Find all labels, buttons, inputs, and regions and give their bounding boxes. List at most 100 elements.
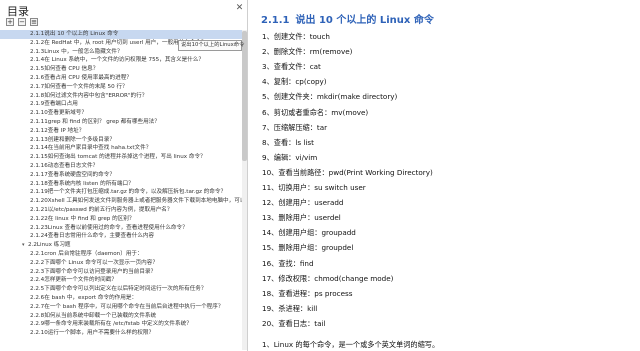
- collapse-all-icon[interactable]: −: [18, 18, 26, 26]
- toc-item[interactable]: 2.1.7如何查看一个文件的末尾 50 行？: [0, 83, 247, 92]
- toc-item[interactable]: 2.2.4怎样更新一个文件的时间戳？: [0, 276, 247, 285]
- closing-paragraph: 1、Linux 的每个命令，是一个或多个英文单词的缩写。: [262, 340, 440, 349]
- toc-header: 目录 ✕ + − ≡: [0, 0, 247, 30]
- command-item: 10、查看当前路径：pwd(Print Working Directory): [262, 167, 433, 177]
- toc-item[interactable]: 2.1.19把一个文件夹打包压缩成.tar.gz 的命令，以及解压拆包.tar.…: [0, 188, 247, 197]
- command-item: 6、剪切或者重命名：mv(move): [262, 107, 369, 117]
- command-item: 16、查找：find: [262, 258, 314, 268]
- toc-item[interactable]: 2.2.2下面哪个 Linux 命令可以一次显示一页内容？: [0, 259, 247, 268]
- toc-item-label: 2.2.4怎样更新一个文件的时间戳？: [30, 277, 117, 284]
- toc-item[interactable]: 2.1.18查看系统内核 listen 的所有端口？: [0, 180, 247, 189]
- toc-item[interactable]: 2.2.10运行一个脚本，用户不需要什么样的权限？: [0, 329, 247, 338]
- toc-item-label: 2.1.5如何查看 CPU 信息？: [30, 66, 99, 73]
- toc-item-label: 2.1.10查看更新域号？: [30, 110, 87, 117]
- command-item: 2、删除文件：rm(remove): [262, 47, 353, 57]
- bookmark-options-icon[interactable]: ≡: [30, 18, 38, 26]
- toc-item-label: 2.1.1说出 10 个以上的 Linux 命令: [30, 31, 119, 37]
- toc-item-label: 2.1.17查看系统硬盘空间的命令？: [30, 171, 115, 178]
- toc-item[interactable]: 2.1.21以/etc/passwd 的前五行内容为例，提取用户名？: [0, 206, 247, 215]
- command-item: 15、删除用户组：groupdel: [262, 243, 354, 253]
- toc-item-label: 2.2.1cron 后台常驻程序（daemon）用于：: [30, 251, 143, 257]
- toc-item-label: 2.2.8如何从当前系统中卸载一个已装载的文件系统: [30, 312, 157, 319]
- command-item: 8、查看：ls list: [262, 137, 314, 147]
- toc-panel: 目录 ✕ + − ≡ 2.1.1说出 10 个以上的 Linux 命令 2.1.2…: [0, 0, 248, 351]
- toc-item[interactable]: 2.1.5如何查看 CPU 信息？: [0, 65, 247, 74]
- command-item: 5、创建文件夹：mkdir(make directory): [262, 92, 398, 102]
- toc-item[interactable]: 2.1.22在 linux 中 find 和 grep 的区别？: [0, 215, 247, 224]
- toc-item-label: 2.2.10运行一个脚本，用户不需要什么样的权限？: [30, 330, 155, 337]
- toc-item[interactable]: 2.1.8如何过滤文件内容中包含"ERROR"的行？: [0, 92, 247, 101]
- toc-item-label: 2.2.3下面哪个命令可以访问登录用户的当前目录？: [30, 268, 157, 275]
- command-item: 18、查看进程：ps process: [262, 288, 353, 298]
- toc-item-label: 2.1.18查看系统内核 listen 的所有端口？: [30, 180, 134, 187]
- toc-item[interactable]: 2.1.14在当前用户家目录中查找 haha.txt文件？: [0, 144, 247, 153]
- close-icon[interactable]: ✕: [234, 3, 245, 14]
- toc-scrollbar-thumb[interactable]: [242, 31, 247, 161]
- toc-item[interactable]: ▾ 2.2Linux 练习题: [0, 241, 247, 250]
- toc-item-label: 2.1.3Linux 中，一般怎么隐藏文件？: [30, 48, 123, 55]
- toc-item-label: 2.1.24查看日志常用什么命令，主要查看什么内容: [30, 233, 155, 240]
- section-number: 2.1.1: [261, 15, 290, 26]
- command-item: 13、删除用户：userdel: [262, 213, 341, 223]
- command-item: 9、编辑：vi/vim: [262, 152, 318, 162]
- toc-item-label: 2.1.22在 linux 中 find 和 grep 的区别？: [30, 215, 135, 222]
- toc-item[interactable]: 2.2.9哪一条命令用来装载所有在 /etc/fstab 中定义的文件系统？: [0, 320, 247, 329]
- command-item: 17、修改权限：chmod(change mode): [262, 273, 394, 283]
- toc-item-label: 2.1.19把一个文件夹打包压缩成.tar.gz 的命令，以及解压拆包.tar.…: [30, 189, 227, 196]
- toc-item[interactable]: 2.2.3下面哪个命令可以访问登录用户的当前目录？: [0, 268, 247, 277]
- toc-item[interactable]: 2.1.11grep 和 find 的区别？ grep 都有哪些用法？: [0, 118, 247, 127]
- toc-item-label: 2.1.7如何查看一个文件的末尾 50 行？: [30, 83, 128, 90]
- command-item: 3、查看文件：cat: [262, 62, 321, 72]
- toc-item[interactable]: 2.1.10查看更新域号？: [0, 109, 247, 118]
- toc-item[interactable]: 2.2.8如何从当前系统中卸载一个已装载的文件系统: [0, 312, 247, 321]
- toc-item[interactable]: 2.2.1cron 后台常驻程序（daemon）用于：: [0, 250, 247, 259]
- toc-item[interactable]: 2.1.15如何查询出 tomcat 的进程并杀掉这个进程，写出 linux 命…: [0, 153, 247, 162]
- toc-item-label: 2.1.6查看占用 CPU 使用率最高的进程？: [30, 75, 132, 81]
- command-item: 1、创建文件：touch: [262, 32, 330, 41]
- command-item: 14、创建用户组：groupadd: [262, 228, 356, 238]
- toc-item-label: 2.1.16动态查看日志文件？: [30, 163, 99, 169]
- toc-item[interactable]: 2.1.12查看 IP 地址？: [0, 127, 247, 136]
- command-item: 4、复制：cp(copy): [262, 77, 327, 87]
- toc-item-label: 2.1.20Xshell 工具如何发送文件到服务器上或者把服务器文件下载到本地电…: [30, 198, 248, 205]
- toc-item[interactable]: 2.2.5下面哪个命令可以列出定义在以后特定时间运行一次的所有任务？: [0, 285, 247, 294]
- toc-title: 目录: [7, 5, 29, 18]
- toc-tooltip: 说出10个以上的Linux命令: [178, 40, 244, 51]
- toc-item-label: 2.1.4在 Linux 系统中，一个文件的访问权限是 755，其含义是什么？: [30, 57, 204, 64]
- document-page: 2.1.1 说出 10 个以上的 Linux 命令 1、创建文件：touch 2、删…: [249, 0, 640, 351]
- toc-item[interactable]: 2.1.17查看系统硬盘空间的命令？: [0, 171, 247, 180]
- toc-item-label: 2.1.11grep 和 find 的区别？ grep 都有哪些用法？: [30, 119, 160, 125]
- toc-item[interactable]: 2.2.6在 bash 中，export 命令的作用是：: [0, 294, 247, 303]
- toc-item[interactable]: 2.1.16动态查看日志文件？: [0, 162, 247, 171]
- toc-item[interactable]: 2.1.9查看端口占用: [0, 100, 247, 109]
- toc-item-label: 2.1.8如何过滤文件内容中包含"ERROR"的行？: [30, 92, 148, 99]
- toc-item[interactable]: 2.1.20Xshell 工具如何发送文件到服务器上或者把服务器文件下载到本地电…: [0, 197, 248, 206]
- toc-item[interactable]: 2.1.4在 Linux 系统中，一个文件的访问权限是 755，其含义是什么？: [0, 56, 247, 65]
- toc-item-label: 2.2.5下面哪个命令可以列出定义在以后特定时间运行一次的所有任务？: [30, 286, 207, 293]
- toc-item-label: 2.2.6在 bash 中，export 命令的作用是：: [30, 295, 138, 301]
- command-item: 19、杀进程：kill: [262, 303, 318, 313]
- toc-item[interactable]: 2.1.1说出 10 个以上的 Linux 命令: [0, 30, 247, 39]
- toc-item-label: 2.2Linux 练习题: [28, 242, 71, 249]
- command-item: 7、压缩解压缩：tar: [262, 122, 328, 132]
- toc-item[interactable]: 2.1.13创建和删除一个多级目录？: [0, 136, 247, 145]
- toc-item-label: 2.1.14在当前用户家目录中查找 haha.txt文件？: [30, 145, 152, 152]
- toc-item-label: 2.2.7在一个 bash 程序中，可以用哪个命令在当前后台进程中执行一个程序？: [30, 303, 224, 310]
- toc-item[interactable]: 2.2.7在一个 bash 程序中，可以用哪个命令在当前后台进程中执行一个程序？: [0, 303, 247, 312]
- toc-item-label: 2.1.9查看端口占用: [30, 101, 78, 108]
- section-title: 说出 10 个以上的 Linux 命令: [295, 15, 434, 26]
- section-heading: 2.1.1 说出 10 个以上的 Linux 命令: [261, 11, 434, 26]
- toc-item-label: 2.2.2下面哪个 Linux 命令可以一次显示一页内容？: [30, 259, 158, 266]
- command-item: 20、查看日志：tail: [262, 318, 326, 328]
- command-item: 11、切换用户：su switch user: [262, 183, 366, 192]
- expand-all-icon[interactable]: +: [6, 18, 14, 26]
- toc-item-label: 2.1.13创建和删除一个多级目录？: [30, 136, 115, 143]
- toc-item-label: 2.2.9哪一条命令用来装载所有在 /etc/fstab 中定义的文件系统？: [30, 321, 192, 328]
- toc-item[interactable]: 2.1.23Linux 查看以前使用过的命令，查看进程使用什么命令？: [0, 224, 247, 233]
- toc-item[interactable]: 2.1.24查看日志常用什么命令，主要查看什么内容: [0, 232, 247, 241]
- toc-item-label: 2.1.21以/etc/passwd 的前五行内容为例，提取用户名？: [30, 207, 173, 213]
- toc-item[interactable]: 2.1.6查看占用 CPU 使用率最高的进程？: [0, 74, 247, 83]
- command-item: 12、创建用户：useradd: [262, 198, 344, 208]
- toc-item-label: 2.1.12查看 IP 地址？: [30, 127, 85, 134]
- toc-item-label: 2.1.23Linux 查看以前使用过的命令，查看进程使用什么命令？: [30, 224, 188, 231]
